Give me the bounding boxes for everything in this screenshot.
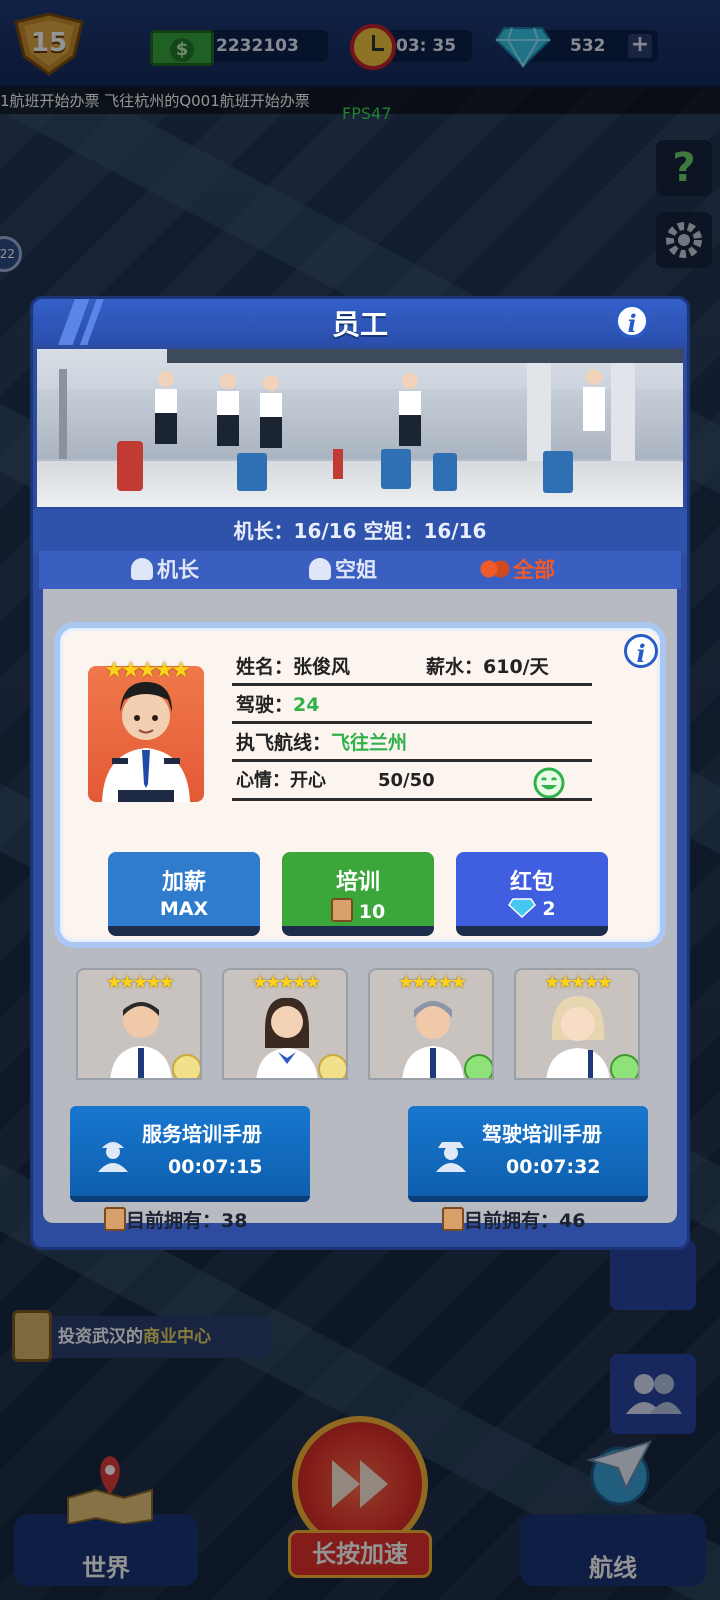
category-tabs: 机长 空姐 全部 — [39, 551, 681, 589]
diamond-icon — [508, 898, 537, 919]
pilot-manual-button[interactable]: 驾驶培训手册 00:07:32 — [408, 1106, 648, 1202]
pilot-icon — [436, 1142, 466, 1172]
service-manual-timer: 00:07:15 — [168, 1156, 263, 1178]
staff-name: 张俊风 — [293, 656, 351, 678]
raise-salary-button[interactable]: 加薪 MAX — [108, 852, 260, 936]
service-manual-title: 服务培训手册 — [142, 1122, 262, 1146]
staff-card[interactable]: ★★★★★ — [222, 968, 348, 1080]
train-label: 培训 — [335, 870, 380, 895]
owned-label: 目前拥有： — [464, 1210, 560, 1232]
train-cost: 10 — [282, 898, 434, 923]
manual-book-icon — [330, 898, 353, 922]
pilot-portrait — [102, 682, 190, 802]
divider — [232, 683, 592, 686]
staff-banner-image — [37, 349, 683, 507]
train-cost-value: 10 — [358, 901, 386, 923]
service-manual-button[interactable]: 服务培训手册 00:07:15 — [70, 1106, 310, 1202]
drive-value: 24 — [293, 694, 320, 716]
red-envelope-button[interactable]: 红包 2 — [456, 852, 608, 936]
tab-all-label: 全部 — [513, 558, 555, 582]
pilot-manual-owned: 目前拥有：46 — [442, 1206, 585, 1233]
staff-portrait — [110, 1002, 172, 1078]
raise-salary-sub: MAX — [159, 898, 209, 920]
train-button[interactable]: 培训 10 — [282, 852, 434, 936]
divider — [232, 759, 592, 762]
staff-card[interactable]: ★★★★★ — [368, 968, 494, 1080]
mood-label: 心情： — [236, 770, 290, 791]
mood-happy-icon — [464, 1054, 492, 1078]
mood-value: 开心 — [290, 770, 326, 791]
tab-all[interactable]: 全部 — [479, 555, 555, 585]
drive-label: 驾驶： — [236, 694, 294, 716]
raise-salary-label: 加薪 — [161, 870, 206, 895]
red-envelope-cost: 2 — [456, 898, 608, 920]
divider — [232, 721, 592, 724]
pilot-manual-title: 驾驶培训手册 — [482, 1122, 602, 1146]
staff-portrait — [256, 997, 318, 1078]
mood-points: 50/50 — [378, 770, 435, 791]
owned-value: 38 — [221, 1210, 248, 1232]
crew-illustration — [117, 369, 605, 493]
rating-stars: ★★★★★ — [104, 658, 191, 683]
panel-header: 员工 i — [33, 299, 687, 345]
tab-attendant-label: 空姐 — [335, 558, 377, 582]
mood-happy-icon — [610, 1054, 638, 1078]
divider — [232, 798, 592, 801]
tab-captain-label: 机长 — [157, 558, 199, 582]
red-envelope-label: 红包 — [509, 870, 554, 895]
tab-captain[interactable]: 机长 — [131, 555, 199, 585]
mood-neutral-icon — [318, 1054, 346, 1078]
happy-face-icon — [533, 767, 565, 799]
crew-counts: 机长：16/16 空姐：16/16 — [33, 509, 687, 553]
manual-book-icon — [104, 1207, 126, 1231]
attendant-icon — [98, 1142, 128, 1172]
route-label: 执飞航线： — [236, 732, 332, 754]
attendant-icon — [309, 558, 331, 580]
service-manual-owned: 目前拥有：38 — [104, 1206, 247, 1233]
mood-row: 心情：开心 — [236, 766, 326, 796]
panel-info-button[interactable]: i — [615, 304, 649, 338]
staff-avatar — [88, 666, 204, 802]
drive-row: 驾驶：24 — [236, 690, 319, 720]
staff-card[interactable]: ★★★★★ — [514, 968, 640, 1080]
tab-attendant[interactable]: 空姐 — [309, 555, 377, 585]
staff-portrait — [402, 1001, 464, 1078]
red-envelope-cost-value: 2 — [542, 898, 556, 920]
pilot-manual-timer: 00:07:32 — [506, 1156, 601, 1178]
name-label: 姓名： — [236, 656, 294, 678]
salary-row: 薪水：610/天 — [426, 652, 549, 682]
salary-value: 610/天 — [483, 656, 549, 678]
name-row: 姓名：张俊风 — [236, 652, 350, 682]
owned-value: 46 — [559, 1210, 586, 1232]
staff-portrait — [546, 996, 610, 1078]
staff-card[interactable]: ★★★★★ — [76, 968, 202, 1080]
owned-label: 目前拥有： — [126, 1210, 222, 1232]
route-row: 执飞航线：飞往兰州 — [236, 728, 407, 758]
manual-book-icon — [442, 1207, 464, 1231]
pilot-icon — [131, 558, 153, 580]
mood-neutral-icon — [172, 1054, 200, 1078]
group-icon — [479, 558, 511, 580]
card-info-button[interactable]: i — [624, 634, 658, 668]
panel-title: 员工 — [331, 308, 388, 341]
route-value: 飞往兰州 — [331, 732, 408, 754]
salary-label: 薪水： — [426, 656, 484, 678]
